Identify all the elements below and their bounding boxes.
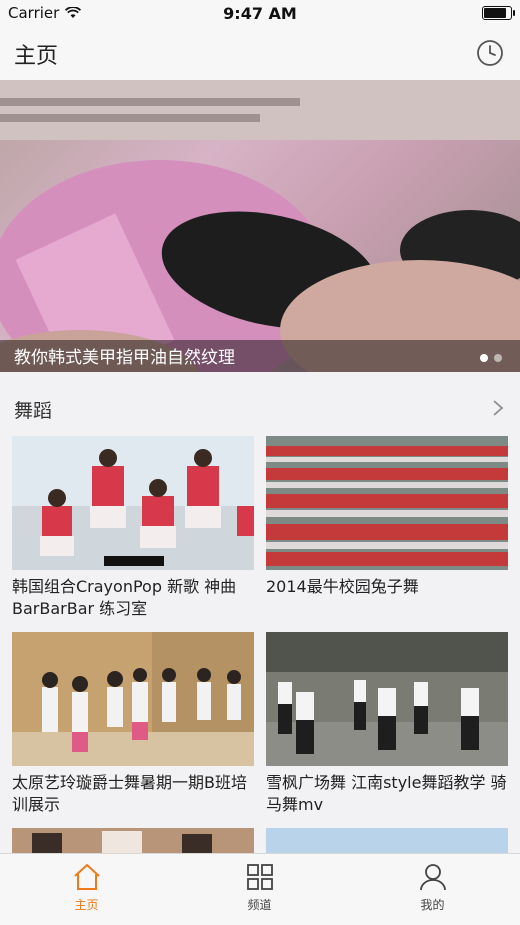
person-icon	[419, 864, 446, 891]
page-title: 主页	[14, 44, 59, 69]
banner-image	[0, 80, 520, 372]
video-card[interactable]: 太原艺玲璇爵士舞暑期一期B班培训展示	[12, 632, 254, 816]
video-card[interactable]: 2014最牛校园兔子舞	[266, 436, 508, 598]
page-indicator	[480, 354, 502, 362]
video-card[interactable]	[12, 828, 254, 853]
video-thumbnail[interactable]	[12, 436, 254, 570]
status-time: 9:47 AM	[223, 4, 297, 23]
tab-label-channel: 频道	[247, 898, 272, 912]
battery-icon	[482, 6, 515, 20]
video-thumbnail[interactable]	[266, 632, 508, 766]
banner-carousel[interactable]: 教你韩式美甲指甲油自然纹理	[0, 80, 520, 372]
banner-caption: 教你韩式美甲指甲油自然纹理	[14, 348, 235, 368]
tab-mine[interactable]: 我的	[346, 854, 519, 925]
section-header[interactable]: 舞蹈	[0, 372, 520, 436]
video-card[interactable]: 雪枫广场舞 江南style舞蹈教学 骑马舞mv	[266, 632, 508, 816]
video-thumbnail[interactable]	[12, 828, 254, 853]
tab-bar: 主页 频道 我的	[0, 853, 520, 925]
page-dot-1[interactable]	[480, 354, 488, 362]
video-title: 太原艺玲璇爵士舞暑期一期B班培训展示	[12, 773, 247, 814]
status-bar: Carrier 9:47 AM	[0, 0, 520, 26]
section-title: 舞蹈	[14, 400, 53, 422]
page-dot-2[interactable]	[494, 354, 502, 362]
video-title: 韩国组合CrayonPop 新歌 神曲 BarBarBar 练习室	[12, 577, 237, 618]
tab-label-home: 主页	[74, 898, 99, 912]
video-thumbnail[interactable]	[266, 436, 508, 570]
tab-label-mine: 我的	[420, 898, 445, 912]
video-thumbnail[interactable]	[266, 828, 508, 853]
tab-channel[interactable]: 频道	[173, 854, 346, 925]
video-title: 2014最牛校园兔子舞	[266, 577, 419, 596]
nav-bar: 主页	[0, 26, 520, 80]
grid-icon	[246, 864, 273, 890]
history-clock-icon[interactable]	[476, 39, 504, 67]
video-thumbnail[interactable]	[12, 632, 254, 766]
video-card[interactable]	[266, 828, 508, 853]
tab-home[interactable]: 主页	[0, 854, 173, 925]
video-card[interactable]: 韩国组合CrayonPop 新歌 神曲 BarBarBar 练习室	[12, 436, 254, 620]
video-title: 雪枫广场舞 江南style舞蹈教学 骑马舞mv	[266, 773, 507, 814]
chevron-right-icon[interactable]	[492, 400, 504, 416]
home-icon	[73, 864, 100, 890]
